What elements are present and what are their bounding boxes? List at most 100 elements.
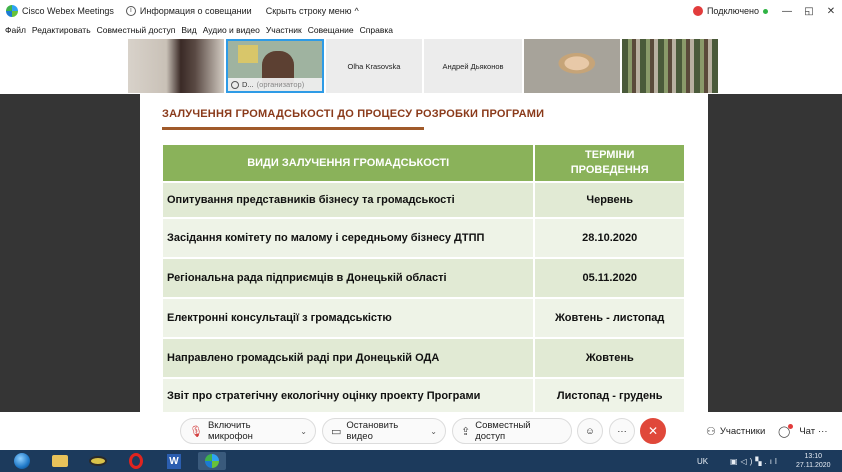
mic-muted-icon: 🎙 [189,425,203,438]
video-label: Остановить видео [346,420,399,442]
table-cell-date: Листопад - грудень [533,379,684,413]
start-button[interactable] [8,452,36,470]
more-options-button[interactable]: ··· [609,418,635,444]
video-camera-icon: ▭ [331,425,342,438]
menu-file[interactable]: Файл [5,25,26,35]
column-header-type: ВИДИ ЗАЛУЧЕННЯ ГРОМАДСЬКОСТІ [163,145,534,181]
panel-more-button[interactable]: ··· [818,418,828,444]
word-icon: W [167,453,181,469]
chevron-down-icon[interactable]: ⌄ [430,427,437,436]
table-cell-type: Опитування представників бізнесу та гром… [163,183,534,217]
speaker-icon: ◁) [740,456,756,466]
participants-button[interactable]: ⚇ Участники [706,418,765,444]
participant-name: Андрей Дьяконов [442,61,504,71]
menu-participant[interactable]: Участник [266,25,302,35]
presentation-slide: ЗАЛУЧЕННЯ ГРОМАДСЬКОСТІ ДО ПРОЦЕСУ РОЗРО… [140,94,708,415]
participants-label: Участники [719,425,766,437]
person-icon: ⚇ [706,425,716,438]
host-badge-icon [231,80,239,89]
signal-icon: .ıl [764,456,780,466]
taskbar-app-eye[interactable] [84,452,112,470]
participant-video-tile[interactable] [622,39,718,93]
table-row: Регіональна рада підприємців в Донецькій… [163,259,684,297]
slide-title: ЗАЛУЧЕННЯ ГРОМАДСЬКОСТІ ДО ПРОЦЕСУ РОЗРО… [162,108,545,120]
participant-name: Olha Krasovska [347,61,401,71]
table-cell-type: Звіт про стратегічну екологічну оцінку п… [163,379,534,413]
participant-video-tile[interactable] [128,39,224,93]
column-header-date: ТЕРМІНИ ПРОВЕДЕННЯ [533,145,684,181]
unmute-mic-button[interactable]: 🎙 Включить микрофон ⌄ [180,418,316,444]
table-cell-type: Електронні консультації з громадськістю [163,299,534,337]
maximize-button[interactable]: ◱ [798,6,820,17]
webex-logo-icon [6,5,18,17]
menu-edit[interactable]: Редактировать [32,25,91,35]
table-cell-date: 05.11.2020 [533,259,684,297]
tray-app-icon: ▣ [730,456,741,466]
more-icon: ··· [818,425,828,437]
clock[interactable]: 13:10 27.11.2020 [796,450,831,472]
end-meeting-button[interactable]: ✕ [640,418,666,444]
menu-meeting[interactable]: Совещание [308,25,354,35]
meeting-info-label: Информация о совещании [139,6,252,16]
background-poster [238,45,258,63]
chat-label: Чат [799,425,816,437]
reactions-button[interactable]: ☺ [577,418,603,444]
hide-menu-button[interactable]: Скрыть строку меню ^ [266,6,359,16]
share-icon: ⇪ [461,425,471,438]
shared-content-stage: ЗАЛУЧЕННЯ ГРОМАДСЬКОСТІ ДО ПРОЦЕСУ РОЗРО… [0,94,842,415]
taskbar-webex[interactable] [198,452,226,470]
table-row: Електронні консультації з громадськістю … [163,299,684,337]
meeting-controls-bar: 🎙 Включить микрофон ⌄ ▭ Остановить видео… [0,412,842,450]
table-row: Засідання комітету по малому і середньом… [163,219,684,257]
folder-icon [52,455,68,467]
participant-video-strip: D... (организатор) Olha Krasovska Андрей… [0,38,842,94]
connection-quality-icon [763,8,768,14]
menu-view[interactable]: Вид [181,25,196,35]
chevron-down-icon[interactable]: ⌄ [300,427,307,436]
caret-up-icon: ^ [354,6,359,16]
host-video-tile[interactable]: D... (организатор) [226,39,324,93]
table-cell-type: Направлено громадській раді при Донецькі… [163,339,534,377]
taskbar-explorer[interactable] [46,452,74,470]
menu-share[interactable]: Совместный доступ [97,25,176,35]
menu-audio-video[interactable]: Аудио и видео [203,25,260,35]
share-label: Совместный доступ [475,420,531,442]
windows-logo-icon [14,453,30,469]
table-row: Опитування представників бізнесу та гром… [163,183,684,217]
engagement-table: ВИДИ ЗАЛУЧЕННЯ ГРОМАДСЬКОСТІ ТЕРМІНИ ПРО… [163,143,684,415]
eye-icon [89,456,107,466]
share-content-button[interactable]: ⇪ Совместный доступ [452,418,572,444]
taskbar-opera[interactable] [122,452,150,470]
host-name-label: D... (организатор) [228,78,322,91]
participant-video-tile[interactable] [524,39,620,93]
slide-title-underline [162,127,424,130]
participant-name-tile[interactable]: Olha Krasovska [326,39,422,93]
table-cell-date: 28.10.2020 [533,219,684,257]
clock-time: 13:10 [804,453,823,460]
system-tray[interactable]: ▣ ◁) ▚ .ıl [730,450,780,472]
mic-label: Включить микрофон [207,420,253,442]
app-title: Cisco Webex Meetings [22,6,114,16]
connection-status[interactable]: Подключено [707,6,759,16]
table-row: Звіт про стратегічну екологічну оцінку п… [163,379,684,413]
network-icon: ▚ [755,456,765,466]
participant-name-tile[interactable]: Андрей Дьяконов [424,39,522,93]
opera-icon [129,453,143,469]
table-cell-type: Засідання комітету по малому і середньом… [163,219,534,257]
stop-video-button[interactable]: ▭ Остановить видео ⌄ [322,418,446,444]
clock-date: 27.11.2020 [796,462,831,469]
title-bar: Cisco Webex Meetings i Информация о сове… [0,0,842,22]
smiley-icon: ☺ [585,425,595,437]
more-icon: ··· [617,425,627,437]
language-indicator[interactable]: UK [697,450,708,472]
taskbar-word[interactable]: W [160,452,188,470]
meeting-info-button[interactable]: i Информация о совещании [125,6,252,16]
menu-help[interactable]: Справка [360,25,393,35]
table-cell-date: Жовтень - листопад [533,299,684,337]
host-name: D... [242,80,254,89]
webex-window: Cisco Webex Meetings i Информация о сове… [0,0,842,472]
minimize-button[interactable]: — [776,6,798,17]
host-role: (организатор) [256,80,305,89]
chat-button[interactable]: ◯ Чат [778,418,815,444]
close-window-button[interactable]: ✕ [820,6,842,17]
